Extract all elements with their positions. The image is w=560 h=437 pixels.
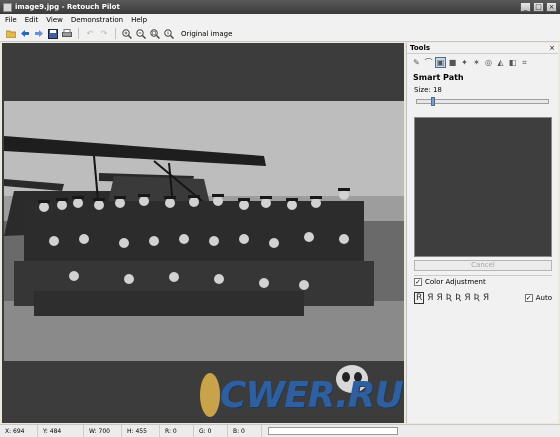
tools-panel: Tools × ✎ ⌒ ▣ ■ ✦ ✶ ◎ ◭ ◧ ⌗ Smart Path S…: [406, 43, 558, 423]
tool-name: Smart Path: [413, 73, 464, 82]
toolbar: ↶ ↷ Original image: [0, 26, 560, 42]
preset-2[interactable]: Я: [427, 293, 433, 303]
lasso-tool-icon[interactable]: ⌒: [424, 58, 433, 67]
original-image-toggle[interactable]: Original image: [181, 30, 232, 38]
toolbar-separator: [78, 28, 79, 39]
tools-panel-close-button[interactable]: ×: [549, 44, 555, 52]
stamp-tool-icon[interactable]: ■: [448, 58, 457, 67]
color-adjustment-row: ✓ Color Adjustment: [414, 275, 552, 287]
preset-7[interactable]: Ʀ: [474, 293, 480, 303]
scratch-tool-icon[interactable]: ✶: [472, 58, 481, 67]
save-icon[interactable]: [48, 28, 58, 39]
auto-checkbox[interactable]: ✓: [524, 294, 533, 302]
app-icon: [3, 2, 12, 12]
menu-view[interactable]: View: [46, 16, 63, 24]
status-b: B: 0: [228, 425, 262, 437]
status-g: G: 0: [194, 425, 228, 437]
crop-tool-icon[interactable]: ⌗: [520, 58, 529, 67]
triangle-tool-icon[interactable]: ◭: [496, 58, 505, 67]
close-button[interactable]: ×: [546, 2, 557, 12]
status-progress-bar: [268, 427, 398, 435]
zoom-in-icon[interactable]: [122, 28, 132, 39]
preset-5[interactable]: Ʀ: [455, 293, 461, 303]
preset-8[interactable]: Я: [483, 293, 489, 303]
tool-preview-area: [414, 117, 552, 257]
target-tool-icon[interactable]: ◎: [484, 58, 493, 67]
menu-edit[interactable]: Edit: [25, 16, 39, 24]
toolbar-separator: [115, 28, 116, 39]
status-h: H: 455: [122, 425, 160, 437]
menu-bar: File Edit View Demonstration Help: [0, 14, 560, 26]
preset-6[interactable]: Я: [464, 293, 470, 303]
size-label: Size: 18: [414, 86, 442, 94]
menu-help[interactable]: Help: [131, 16, 147, 24]
minimize-button[interactable]: _: [520, 2, 531, 12]
status-y: Y: 484: [38, 425, 84, 437]
preset-4[interactable]: Ʀ: [446, 293, 452, 303]
brush-tool-icon[interactable]: ✎: [412, 58, 421, 67]
tools-panel-header: Tools ×: [407, 43, 558, 54]
photo: [4, 101, 404, 361]
maximize-button[interactable]: □: [533, 2, 544, 12]
size-slider-thumb[interactable]: [431, 97, 435, 106]
size-slider[interactable]: [416, 97, 549, 106]
watermark-text: CWER.RU: [220, 375, 404, 416]
forward-arrow-icon[interactable]: [34, 29, 44, 39]
undo-icon[interactable]: ↶: [85, 29, 95, 39]
layers-tool-icon[interactable]: ◧: [508, 58, 517, 67]
smart-path-tool-icon[interactable]: ▣: [435, 57, 446, 68]
print-icon[interactable]: [62, 28, 72, 39]
zoom-fit-icon[interactable]: [150, 28, 160, 39]
status-r: R: 0: [160, 425, 194, 437]
status-w: W: 700: [84, 425, 122, 437]
wand-tool-icon[interactable]: ✦: [460, 58, 469, 67]
menu-demonstration[interactable]: Demonstration: [71, 16, 123, 24]
preset-1[interactable]: R: [414, 292, 425, 304]
preset-3[interactable]: Я: [437, 293, 443, 303]
color-adjustment-checkbox[interactable]: ✓: [414, 277, 422, 286]
cancel-button[interactable]: Cancel: [414, 260, 552, 271]
zoom-out-icon[interactable]: [136, 28, 146, 39]
color-adjustment-label: Color Adjustment: [425, 277, 486, 286]
open-folder-icon[interactable]: [6, 29, 16, 39]
back-arrow-icon[interactable]: [20, 29, 30, 39]
watermark: CWER.RU: [192, 361, 404, 421]
window-title: image9.jpg - Retouch Pilot: [15, 3, 120, 11]
tools-panel-title: Tools: [410, 44, 431, 52]
redo-icon[interactable]: ↷: [99, 29, 109, 39]
auto-label: Auto: [535, 294, 552, 302]
status-bar: X: 694 Y: 484 W: 700 H: 455 R: 0 G: 0 B:…: [0, 424, 560, 437]
menu-file[interactable]: File: [5, 16, 17, 24]
status-x: X: 694: [0, 425, 38, 437]
image-canvas[interactable]: CWER.RU: [2, 43, 404, 423]
title-bar: image9.jpg - Retouch Pilot _ □ ×: [0, 0, 560, 14]
preset-row: R Я Я Ʀ Ʀ Я Ʀ Я ✓ Auto: [414, 291, 552, 305]
tool-icon-row: ✎ ⌒ ▣ ■ ✦ ✶ ◎ ◭ ◧ ⌗: [407, 54, 558, 71]
zoom-actual-icon[interactable]: [164, 28, 174, 39]
